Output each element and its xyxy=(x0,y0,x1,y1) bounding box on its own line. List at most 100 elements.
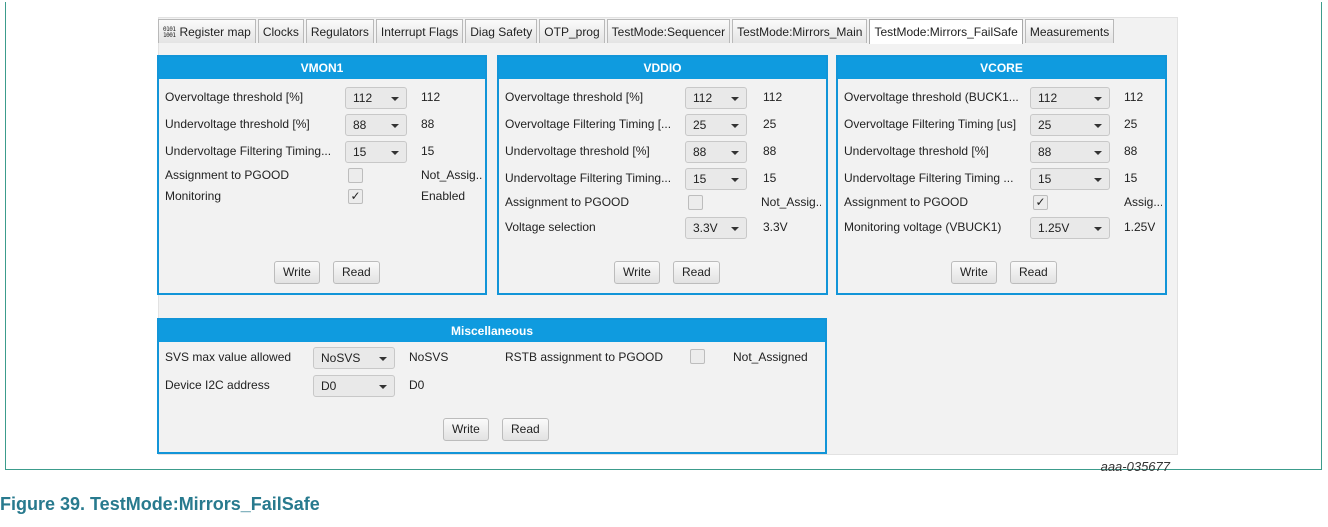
ov-filter-timing-combo[interactable]: 25 xyxy=(685,114,747,136)
overvoltage-threshold-combo[interactable]: 112 xyxy=(1030,87,1110,109)
row-readback: Not_Assig... xyxy=(421,168,483,182)
write-button[interactable]: Write xyxy=(443,418,489,441)
combo-value: 88 xyxy=(693,145,707,159)
row-label: Undervoltage Filtering Timing... xyxy=(505,171,672,185)
misc-i2c-row: Device I2C address D0 D0 xyxy=(165,375,821,397)
tab-otp-prog[interactable]: OTP_prog xyxy=(539,19,605,43)
uv-filter-timing-combo[interactable]: 15 xyxy=(685,168,747,190)
vcore-uv-filter-row: Undervoltage Filtering Timing ... 15 15 xyxy=(844,168,1162,190)
chevron-down-icon xyxy=(731,124,739,128)
combo-value: 15 xyxy=(693,172,707,186)
row-label: Overvoltage threshold [%] xyxy=(505,90,644,104)
chevron-down-icon xyxy=(391,97,399,101)
undervoltage-threshold-combo[interactable]: 88 xyxy=(1030,141,1110,163)
write-button[interactable]: Write xyxy=(274,261,320,284)
row-label: Voltage selection xyxy=(505,220,596,234)
monitoring-checkbox[interactable]: ✓ xyxy=(348,189,363,204)
vmon1-panel: VMON1 Overvoltage threshold [%] 112 112 … xyxy=(157,55,487,295)
combo-value: 1.25V xyxy=(1038,221,1070,235)
chevron-down-icon xyxy=(391,124,399,128)
undervoltage-threshold-combo[interactable]: 88 xyxy=(685,141,747,163)
row-readback: 112 xyxy=(421,90,441,104)
row-label: Undervoltage threshold [%] xyxy=(165,117,310,131)
chevron-down-icon xyxy=(1094,124,1102,128)
combo-value: NoSVS xyxy=(321,351,361,365)
row-label: Assignment to PGOOD xyxy=(165,168,290,182)
row-readback: NoSVS xyxy=(409,350,449,364)
row-label: Monitoring voltage (VBUCK1) xyxy=(844,220,1002,234)
row-label: Assignment to PGOOD xyxy=(844,195,969,209)
vcore-pgood-row: Assignment to PGOOD ✓ Assig... xyxy=(844,194,1162,216)
read-button[interactable]: Read xyxy=(502,418,549,441)
chevron-down-icon xyxy=(1094,227,1102,231)
combo-value: 25 xyxy=(1038,118,1052,132)
tab-testmode-mirrors-main[interactable]: TestMode:Mirrors_Main xyxy=(732,19,868,43)
chevron-down-icon xyxy=(379,357,387,361)
row-label: Overvoltage threshold [%] xyxy=(165,90,304,104)
overvoltage-threshold-combo[interactable]: 112 xyxy=(685,87,747,109)
read-button[interactable]: Read xyxy=(333,261,380,284)
row-readback: Not_Assig... xyxy=(761,195,821,209)
svs-max-combo[interactable]: NoSVS xyxy=(313,347,395,369)
binary-icon: 0101 1001 xyxy=(163,25,176,39)
chevron-down-icon xyxy=(379,385,387,389)
rstb-checkbox[interactable] xyxy=(690,349,705,364)
tab-register-map[interactable]: 0101 1001 Register map xyxy=(158,19,256,43)
misc-panel: Miscellaneous SVS max value allowed NoSV… xyxy=(157,318,827,454)
undervoltage-threshold-combo[interactable]: 88 xyxy=(345,114,407,136)
i2c-address-combo[interactable]: D0 xyxy=(313,375,395,397)
pgood-checkbox[interactable] xyxy=(688,195,703,210)
misc-svs-row: SVS max value allowed NoSVS NoSVS RSTB a… xyxy=(165,347,821,369)
vcore-undervoltage-row: Undervoltage threshold [%] 88 88 xyxy=(844,141,1162,163)
row-readback: Assig... xyxy=(1124,195,1162,209)
combo-value: 88 xyxy=(353,118,367,132)
tab-measurements[interactable]: Measurements xyxy=(1024,19,1115,43)
misc-title: Miscellaneous xyxy=(159,320,825,342)
monitoring-voltage-combo[interactable]: 1.25V xyxy=(1030,217,1110,239)
row-readback: 1.25V xyxy=(1124,220,1156,234)
row-readback: 15 xyxy=(763,171,777,185)
write-button[interactable]: Write xyxy=(614,261,660,284)
pgood-checkbox[interactable]: ✓ xyxy=(1033,195,1048,210)
write-button[interactable]: Write xyxy=(951,261,997,284)
tab-interrupt-flags[interactable]: Interrupt Flags xyxy=(375,19,464,43)
uv-filter-timing-combo[interactable]: 15 xyxy=(1030,168,1110,190)
vddio-panel: VDDIO Overvoltage threshold [%] 112 112 … xyxy=(497,55,828,295)
chevron-down-icon xyxy=(1094,178,1102,182)
combo-value: 112 xyxy=(353,91,373,105)
vmon1-title: VMON1 xyxy=(159,57,485,79)
chevron-down-icon xyxy=(731,227,739,231)
row-readback: 25 xyxy=(1124,117,1138,131)
tab-regulators[interactable]: Regulators xyxy=(305,19,374,43)
tab-label: Register map xyxy=(179,25,251,39)
row-label: Undervoltage threshold [%] xyxy=(505,144,650,158)
combo-value: 112 xyxy=(693,91,713,105)
vmon1-monitoring-row: Monitoring ✓ Enabled xyxy=(165,188,481,210)
chevron-down-icon xyxy=(731,151,739,155)
row-label: Assignment to PGOOD xyxy=(505,195,630,209)
voltage-selection-combo[interactable]: 3.3V xyxy=(685,217,747,239)
vddio-pgood-row: Assignment to PGOOD Not_Assig... xyxy=(505,194,823,216)
row-readback: 25 xyxy=(763,117,777,131)
vmon1-overvoltage-row: Overvoltage threshold [%] 112 112 xyxy=(165,87,481,109)
row-label: Undervoltage Filtering Timing ... xyxy=(844,171,1014,185)
vddio-undervoltage-row: Undervoltage threshold [%] 88 88 xyxy=(505,141,823,163)
vmon1-uv-filter-row: Undervoltage Filtering Timing... 15 15 xyxy=(165,141,481,163)
overvoltage-threshold-combo[interactable]: 112 xyxy=(345,87,407,109)
tab-testmode-mirrors-failsafe[interactable]: TestMode:Mirrors_FailSafe xyxy=(869,19,1023,44)
uv-filter-timing-combo[interactable]: 15 xyxy=(345,141,407,163)
chevron-down-icon xyxy=(1094,151,1102,155)
tab-testmode-sequencer[interactable]: TestMode:Sequencer xyxy=(606,19,731,43)
tab-bar: 0101 1001 Register map Clocks Regulators I… xyxy=(158,19,1116,44)
rstb-readback: Not_Assigned xyxy=(733,350,808,364)
read-button[interactable]: Read xyxy=(673,261,720,284)
row-readback: 3.3V xyxy=(763,220,788,234)
pgood-checkbox[interactable] xyxy=(348,168,363,183)
tab-clocks[interactable]: Clocks xyxy=(257,19,304,43)
read-button[interactable]: Read xyxy=(1010,261,1057,284)
row-label: SVS max value allowed xyxy=(165,350,292,364)
chevron-down-icon xyxy=(731,97,739,101)
combo-value: 88 xyxy=(1038,145,1052,159)
ov-filter-timing-combo[interactable]: 25 xyxy=(1030,114,1110,136)
tab-diag-safety[interactable]: Diag Safety xyxy=(465,19,538,43)
